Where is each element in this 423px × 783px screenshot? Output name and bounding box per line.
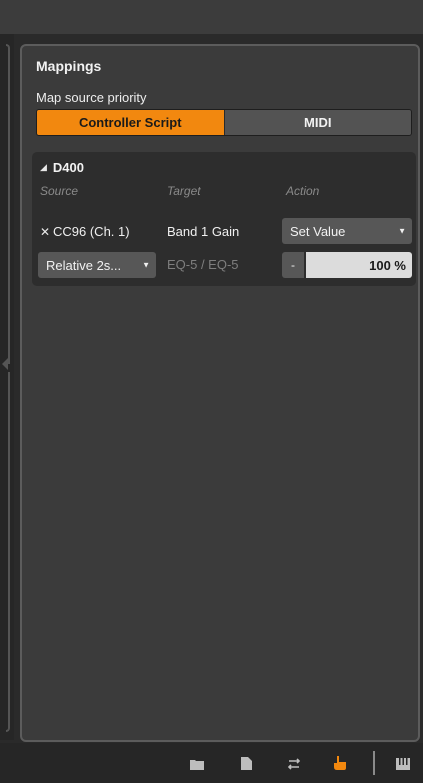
- collapse-handle-icon[interactable]: [2, 358, 8, 370]
- left-panel-border-bottom: [6, 372, 10, 732]
- piano-icon[interactable]: [396, 757, 410, 775]
- arrows-icon[interactable]: [287, 757, 301, 775]
- mode-dropdown[interactable]: Relative 2s... ▼: [38, 252, 156, 278]
- action-dropdown[interactable]: Set Value ▼: [282, 218, 412, 244]
- column-source: Source: [40, 184, 79, 198]
- top-bar: [0, 0, 423, 34]
- chevron-down-icon: ▼: [398, 226, 406, 236]
- priority-label: Map source priority: [36, 90, 147, 105]
- device-name: D400: [52, 160, 84, 175]
- midi-button[interactable]: MIDI: [223, 110, 411, 135]
- bottom-toolbar: [0, 743, 423, 783]
- mappings-panel: Mappings Map source priority Controller …: [20, 44, 420, 742]
- mapping-source: CC96 (Ch. 1): [53, 224, 130, 239]
- controller-script-button[interactable]: Controller Script: [37, 110, 224, 135]
- device-header[interactable]: ◢ D400: [40, 160, 84, 175]
- collapse-triangle-icon[interactable]: ◢: [40, 162, 47, 173]
- folder-icon[interactable]: [190, 757, 204, 775]
- toolbar-separator: [373, 751, 375, 775]
- mode-dropdown-value: Relative 2s...: [46, 257, 122, 273]
- column-action: Action: [286, 184, 320, 198]
- remove-mapping-icon[interactable]: ✕: [40, 225, 50, 239]
- panel-title: Mappings: [36, 58, 102, 74]
- document-icon[interactable]: [241, 757, 252, 775]
- mapping-target: Band 1 Gain: [167, 224, 240, 239]
- priority-toggle: Controller Script MIDI: [36, 109, 412, 136]
- left-panel-border-top: [6, 44, 10, 364]
- action-dropdown-value: Set Value: [290, 223, 346, 239]
- chevron-down-icon: ▼: [142, 260, 150, 270]
- column-target: Target: [167, 184, 201, 198]
- left-panel-edge[interactable]: [0, 34, 14, 740]
- value-field[interactable]: 100 %: [306, 252, 412, 278]
- device-mapping-card: ◢ D400 Source Target Action ✕ CC96 (Ch. …: [32, 152, 416, 286]
- hand-pointer-icon[interactable]: [333, 755, 347, 775]
- value-minus-button[interactable]: -: [282, 252, 304, 278]
- device-path: EQ-5 / EQ-5: [167, 257, 239, 272]
